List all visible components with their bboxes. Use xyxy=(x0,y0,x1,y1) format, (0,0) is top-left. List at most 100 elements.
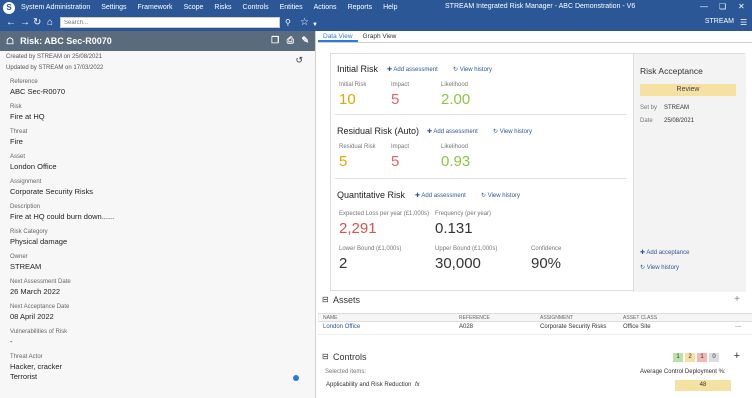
forward-icon[interactable]: → xyxy=(20,17,30,29)
initial-add-assessment-link[interactable]: ✚ Add assessment xyxy=(387,66,438,73)
field-risk: Risk Fire at HQ xyxy=(10,104,45,121)
info-icon[interactable] xyxy=(293,375,299,381)
risk-assessment-panel: Data View Graph View Initial Risk ✚ Add … xyxy=(318,31,752,398)
acceptance-view-history-link[interactable]: ↻ View history xyxy=(640,264,679,271)
tab-graph-view[interactable]: Graph View xyxy=(358,31,402,42)
search-icon[interactable]: ⚲ xyxy=(285,17,291,29)
app-title: STREAM Integrated Risk Manager - ABC Dem… xyxy=(445,3,636,10)
table-row[interactable]: London Office A028 Corporate Security Ri… xyxy=(318,323,752,335)
home-icon[interactable]: ⌂ xyxy=(47,17,53,29)
back-icon[interactable]: ← xyxy=(6,17,16,29)
initial-risk-title: Initial Risk xyxy=(337,64,379,74)
upper-bound-label: Upper Bound (£1,000s) xyxy=(435,246,498,252)
field-assignment: Assignment Corporate Security Risks xyxy=(10,179,93,196)
residual-risk-value: 5 xyxy=(339,153,348,170)
date-label: Date xyxy=(640,118,653,124)
review-status-badge[interactable]: Review xyxy=(640,84,736,96)
initial-likelihood-value: 2.00 xyxy=(441,91,471,108)
menu-entities[interactable]: Entities xyxy=(280,4,303,11)
frequency-value: 0.131 xyxy=(435,220,473,237)
upper-bound-value: 30,000 xyxy=(435,255,481,272)
asset-assignment: Corporate Security Risks xyxy=(540,324,607,330)
menu-system-administration[interactable]: System Administration xyxy=(21,4,90,11)
quant-add-assessment-link[interactable]: ✚ Add assessment xyxy=(415,192,466,199)
residual-view-history-link[interactable]: ↻ View history xyxy=(493,128,532,135)
close-icon[interactable]: ✕ xyxy=(738,2,745,11)
initial-risk-value: 10 xyxy=(339,91,356,108)
history-icon[interactable]: ↺ xyxy=(295,55,303,66)
assets-title: Assets xyxy=(333,295,361,305)
field-asset: Asset London Office xyxy=(10,154,57,171)
menu-reports[interactable]: Reports xyxy=(348,4,373,11)
expected-loss-value: 2,291 xyxy=(339,220,377,237)
status-badge: 2 xyxy=(685,353,695,362)
tab-data-view[interactable]: Data View xyxy=(318,31,358,42)
favorite-star-icon[interactable]: ☆ xyxy=(300,17,309,29)
field-owner: Owner STREAM xyxy=(10,254,42,271)
col-assignment[interactable]: ASSIGNMENT xyxy=(540,315,573,321)
copy-icon[interactable]: ❐ xyxy=(271,35,279,45)
refresh-icon[interactable]: ↻ xyxy=(33,17,41,29)
risk-detail-panel: ☖ Risk: ABC Sec-R0070 ❐ ⎙ ✎ Created by S… xyxy=(0,31,316,398)
collapse-controls-icon[interactable]: ⊟ xyxy=(322,352,329,361)
status-badge: 0 xyxy=(709,353,719,362)
chevron-down-icon[interactable]: ▼ xyxy=(312,19,318,31)
menu-actions[interactable]: Actions xyxy=(314,4,337,11)
collapse-assets-icon[interactable]: ⊟ xyxy=(322,295,329,304)
updated-info: Updated by STREAM on 17/03/2022 xyxy=(6,65,104,71)
col-name[interactable]: NAME xyxy=(323,315,337,321)
avg-deployment-label: Average Control Deployment %: xyxy=(640,369,726,375)
menu-risks[interactable]: Risks xyxy=(214,4,231,11)
lower-bound-value: 2 xyxy=(339,255,348,272)
formula-icon[interactable]: fx xyxy=(415,382,420,388)
assets-table-header: NAME REFERENCE ASSIGNMENT ASSET CLASS xyxy=(318,313,752,322)
menu-settings[interactable]: Settings xyxy=(101,4,126,11)
residual-add-assessment-link[interactable]: ✚ Add assessment xyxy=(427,128,478,135)
edit-icon[interactable]: ✎ xyxy=(301,35,309,45)
status-badge: 1 xyxy=(673,353,683,362)
remove-row-icon[interactable]: — xyxy=(735,324,741,330)
frequency-label: Frequency (per year) xyxy=(435,211,492,217)
menu-controls[interactable]: Controls xyxy=(243,4,269,11)
menu-framework[interactable]: Framework xyxy=(138,4,173,11)
add-acceptance-link[interactable]: ✚ Add acceptance xyxy=(640,249,689,256)
asset-name-link[interactable]: London Office xyxy=(323,324,360,330)
col-asset-class[interactable]: ASSET CLASS xyxy=(623,315,657,321)
residual-impact-value: 5 xyxy=(391,153,400,170)
expected-loss-label: Expected Loss per year (£1,000s) xyxy=(339,211,430,217)
initial-view-history-link[interactable]: ↻ View history xyxy=(453,66,492,73)
tag-icon: ☖ xyxy=(6,35,15,46)
menu-scope[interactable]: Scope xyxy=(184,4,204,11)
created-info: Created by STREAM on 25/08/2021 xyxy=(6,54,103,60)
quant-view-history-link[interactable]: ↻ View history xyxy=(481,192,520,199)
risk-acceptance-title: Risk Acceptance xyxy=(640,66,703,76)
user-menu-icon[interactable]: ☰ xyxy=(740,17,747,29)
col-reference[interactable]: REFERENCE xyxy=(459,315,490,321)
add-asset-icon[interactable]: + xyxy=(734,294,740,305)
title-bar: S System Administration Settings Framewo… xyxy=(0,0,752,15)
menu-help[interactable]: Help xyxy=(383,4,397,11)
initial-risk-label: Initial Risk xyxy=(339,82,367,88)
print-icon[interactable]: ⎙ xyxy=(287,35,294,45)
initial-impact-value: 5 xyxy=(391,91,400,108)
divider xyxy=(335,114,627,115)
risk-title: Risk: ABC Sec-R0070 xyxy=(20,36,112,46)
confidence-label: Confidence xyxy=(531,246,562,252)
maximize-icon[interactable]: ❏ xyxy=(719,2,726,11)
lower-bound-label: Lower Bound (£1,000s) xyxy=(339,246,402,252)
user-name[interactable]: STREAM xyxy=(705,18,734,25)
date-value: 25/08/2021 xyxy=(664,118,695,124)
minimize-icon[interactable]: — xyxy=(700,2,708,11)
initial-impact-label: Impact xyxy=(391,82,410,88)
residual-impact-label: Impact xyxy=(391,144,410,150)
asset-reference: A028 xyxy=(459,324,474,330)
residual-likelihood-value: 0.93 xyxy=(441,153,471,170)
field-risk-category: Risk Category Physical damage xyxy=(10,229,68,246)
avg-deployment-value: 48 xyxy=(675,380,731,391)
search-input[interactable] xyxy=(60,17,280,28)
add-control-icon[interactable]: + xyxy=(734,350,740,362)
field-vulnerabilities: Vulnerabilities of Risk - xyxy=(10,329,68,346)
set-by-value: STREAM xyxy=(664,105,690,111)
field-next-assessment-date: Next Assessment Date 26 March 2022 xyxy=(10,279,71,296)
field-description: Description Fire at HQ could burn down...… xyxy=(10,204,115,221)
